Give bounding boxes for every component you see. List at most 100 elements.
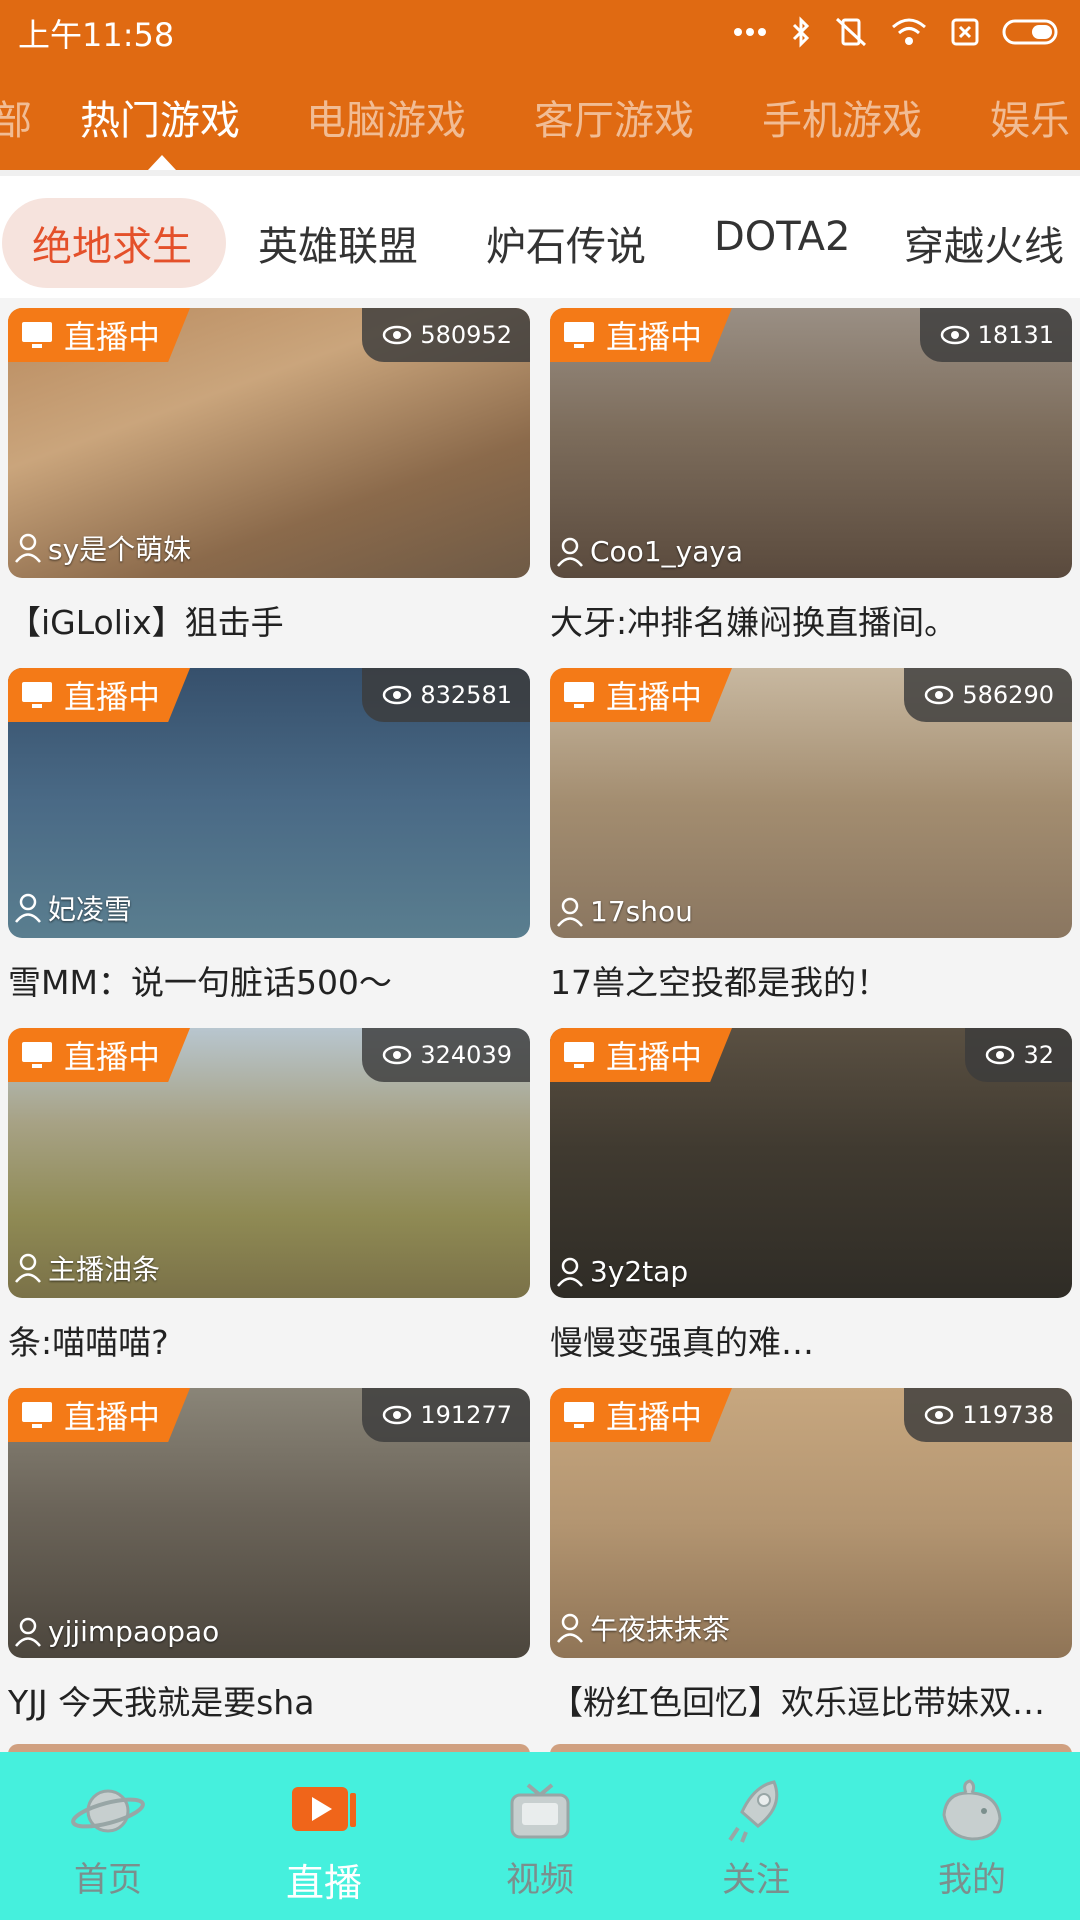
anchor-name: sy是个萌妹 — [14, 528, 191, 568]
monitor-icon — [564, 1402, 594, 1428]
stream-card[interactable]: 直播中 18131 Coo1_yaya 大牙:冲排名嫌闷换直播间。 — [550, 308, 1072, 644]
eye-icon — [940, 325, 969, 345]
stream-thumbnail[interactable]: 直播中 191277 yjjimpaopao — [8, 1388, 530, 1658]
tab-category-0[interactable]: 部 — [0, 88, 32, 146]
eye-icon — [383, 1045, 412, 1065]
monitor-icon — [564, 682, 594, 708]
battery-icon — [1002, 19, 1058, 45]
stream-thumbnail[interactable]: 直播中 832581 妃凌雪 — [8, 668, 530, 938]
live-label: 直播中 — [606, 318, 703, 356]
game-tab-dota2[interactable]: DOTA2 — [714, 214, 850, 260]
nav-live[interactable]: 直播 — [216, 1752, 432, 1920]
stream-card[interactable]: 直播中 580952 sy是个萌妹 【iGLolix】狙击手 — [8, 308, 530, 644]
viewer-count: 18131 — [919, 308, 1072, 362]
stream-card[interactable]: 直播中 191277 yjjimpaopao YJJ 今天我就是要sha — [8, 1388, 530, 1724]
stream-title[interactable]: YJJ 今天我就是要sha — [8, 1676, 530, 1724]
eye-icon — [925, 1405, 954, 1425]
category-tabs: 部 热门游戏 电脑游戏 客厅游戏 手机游戏 娱乐 — [0, 88, 1080, 158]
bottom-nav: 首页 直播 视频 关注 我的 — [0, 1752, 1080, 1920]
live-badge: 直播中 — [8, 308, 190, 362]
viewer-count: 832581 — [362, 668, 530, 722]
user-icon — [557, 1257, 583, 1287]
monitor-icon — [22, 1402, 52, 1428]
game-tab-lol[interactable]: 英雄联盟 — [258, 214, 418, 272]
viewer-count: 324039 — [362, 1028, 530, 1082]
tab-mobile-games[interactable]: 手机游戏 — [762, 88, 922, 146]
stream-thumbnail[interactable]: 直播中 18131 Coo1_yaya — [550, 308, 1072, 578]
tab-entertainment[interactable]: 娱乐 — [990, 88, 1070, 146]
user-icon — [15, 1253, 41, 1283]
viewer-count-value: 191277 — [420, 1401, 512, 1429]
monitor-icon — [22, 682, 52, 708]
stream-title[interactable]: 雪MM：说一句脏话500～ — [8, 956, 530, 1004]
sim-off-icon — [951, 18, 979, 46]
viewer-count-value: 324039 — [420, 1041, 512, 1069]
stream-thumbnail[interactable]: 直播中 32 3y2tap — [550, 1028, 1072, 1298]
live-badge: 直播中 — [550, 1028, 732, 1082]
nav-video[interactable]: 视频 — [432, 1752, 648, 1920]
nav-mine[interactable]: 我的 — [864, 1752, 1080, 1920]
viewer-count-value: 32 — [1023, 1041, 1054, 1069]
game-tab-hearthstone[interactable]: 炉石传说 — [486, 214, 646, 272]
game-tab-pubg[interactable]: 绝地求生 — [32, 214, 192, 272]
live-label: 直播中 — [64, 318, 161, 356]
anchor-name: 17shou — [556, 895, 693, 928]
tab-pc-games[interactable]: 电脑游戏 — [306, 88, 466, 146]
viewer-count: 32 — [965, 1028, 1072, 1082]
stream-thumbnail[interactable]: 直播中 586290 17shou — [550, 668, 1072, 938]
nav-follow[interactable]: 关注 — [648, 1752, 864, 1920]
stream-thumbnail[interactable]: 直播中 119738 午夜抹抹茶 — [550, 1388, 1072, 1658]
stream-card[interactable]: 直播中 586290 17shou 17兽之空投都是我的！ — [550, 668, 1072, 1004]
stream-title[interactable]: 【粉红色回忆】欢乐逗比带妹双… — [550, 1676, 1072, 1724]
stream-thumbnail[interactable]: 直播中 324039 主播油条 — [8, 1028, 530, 1298]
monitor-icon — [564, 322, 594, 348]
status-time: 上午11:58 — [18, 16, 175, 54]
live-label: 直播中 — [64, 1038, 161, 1076]
monitor-icon — [564, 1042, 594, 1068]
stream-card[interactable]: 直播中 32 3y2tap 慢慢变强真的难… — [550, 1028, 1072, 1364]
vibrate-off-icon — [835, 17, 867, 47]
anchor-name: yjjimpaopao — [14, 1615, 219, 1648]
viewer-count: 580952 — [362, 308, 530, 362]
nav-home[interactable]: 首页 — [0, 1752, 216, 1920]
top-header: 上午11:58 部 热门游戏 电脑游戏 客厅游戏 手机游戏 娱乐 — [0, 0, 1080, 170]
more-dots-icon — [734, 28, 766, 36]
monitor-icon — [22, 322, 52, 348]
anchor-name: Coo1_yaya — [556, 535, 743, 568]
live-label: 直播中 — [64, 1398, 161, 1436]
live-badge: 直播中 — [550, 668, 732, 722]
viewer-count-value: 18131 — [977, 321, 1054, 349]
eye-icon — [383, 325, 412, 345]
anchor-name: 妃凌雪 — [14, 888, 132, 928]
user-icon — [557, 1613, 583, 1643]
play-tv-icon — [290, 1774, 358, 1848]
monitor-icon — [22, 1042, 52, 1068]
game-tabs: 绝地求生 英雄联盟 炉石传说 DOTA2 穿越火线 — [0, 170, 1080, 298]
live-label: 直播中 — [606, 678, 703, 716]
viewer-count-value: 832581 — [420, 681, 512, 709]
user-icon — [557, 537, 583, 567]
rocket-icon — [724, 1774, 788, 1848]
stream-title[interactable]: 17兽之空投都是我的！ — [550, 956, 1072, 1004]
live-badge: 直播中 — [550, 308, 732, 362]
stream-title[interactable]: 【iGLolix】狙击手 — [8, 596, 530, 644]
stream-card[interactable]: 直播中 832581 妃凌雪 雪MM：说一句脏话500～ — [8, 668, 530, 1004]
live-label: 直播中 — [606, 1398, 703, 1436]
user-icon — [15, 533, 41, 563]
stream-card[interactable]: 直播中 324039 主播油条 条:喵喵喵? — [8, 1028, 530, 1364]
live-badge: 直播中 — [8, 668, 190, 722]
planet-icon — [68, 1774, 148, 1848]
stream-thumbnail[interactable]: 直播中 580952 sy是个萌妹 — [8, 308, 530, 578]
viewer-count: 119738 — [904, 1388, 1072, 1442]
live-label: 直播中 — [64, 678, 161, 716]
stream-title[interactable]: 条:喵喵喵? — [8, 1316, 530, 1364]
stream-title[interactable]: 大牙:冲排名嫌闷换直播间。 — [550, 596, 1072, 644]
tab-hot-games[interactable]: 热门游戏 — [80, 88, 240, 146]
live-label: 直播中 — [606, 1038, 703, 1076]
tab-console-games[interactable]: 客厅游戏 — [534, 88, 694, 146]
viewer-count: 586290 — [904, 668, 1072, 722]
game-tab-crossfire[interactable]: 穿越火线 — [904, 214, 1064, 272]
stream-card[interactable]: 直播中 119738 午夜抹抹茶 【粉红色回忆】欢乐逗比带妹双… — [550, 1388, 1072, 1724]
stream-title[interactable]: 慢慢变强真的难… — [550, 1316, 1072, 1364]
live-badge: 直播中 — [8, 1388, 190, 1442]
